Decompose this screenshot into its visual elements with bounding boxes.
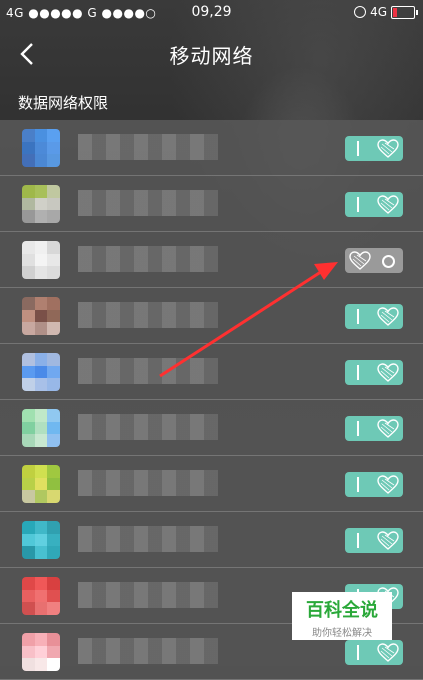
app-name <box>78 582 218 608</box>
list-item <box>0 176 423 232</box>
data-permission-toggle[interactable] <box>345 304 403 329</box>
app-icon <box>22 465 60 503</box>
network-type: 4G <box>370 5 387 19</box>
app-name <box>78 246 218 272</box>
app-icon <box>22 521 60 559</box>
app-name <box>78 526 218 552</box>
data-permission-toggle[interactable] <box>345 248 403 273</box>
app-name <box>78 358 218 384</box>
data-permission-toggle[interactable] <box>345 416 403 441</box>
toggle-thumb-icon <box>377 419 399 438</box>
app-icon <box>22 633 60 671</box>
watermark-slogan: 助你轻松解决 <box>312 628 372 639</box>
list-item <box>0 232 423 288</box>
watermark-brand: 百科全说 <box>306 600 378 621</box>
app-icon <box>22 297 60 335</box>
alarm-icon <box>354 6 367 18</box>
app-name <box>78 190 218 216</box>
toggle-thumb-icon <box>377 475 399 494</box>
toggle-thumb-icon <box>377 307 399 326</box>
status-icons: 4G <box>354 5 418 19</box>
watermark-logo: 百科全说 助你轻松解决 <box>292 592 392 640</box>
app-name <box>78 302 218 328</box>
data-permission-toggle[interactable] <box>345 136 403 161</box>
toggle-thumb-icon <box>377 363 399 382</box>
section-header: 数据网络权限 <box>18 94 109 112</box>
toggle-thumb-icon <box>377 139 399 158</box>
app-name <box>78 470 218 496</box>
app-name <box>78 414 218 440</box>
app-name <box>78 638 218 664</box>
data-permission-toggle[interactable] <box>345 472 403 497</box>
app-icon <box>22 353 60 391</box>
app-name <box>78 134 218 160</box>
toggle-thumb-icon <box>377 195 399 214</box>
status-bar: 4G ●●●●● G ●●●●○ 09,29 4G <box>0 0 423 26</box>
toggle-thumb-icon <box>377 531 399 550</box>
list-item <box>0 344 423 400</box>
toggle-thumb-icon <box>349 251 371 270</box>
data-permission-toggle[interactable] <box>345 528 403 553</box>
navigation-bar: 移动网络 <box>0 26 423 82</box>
app-icon <box>22 241 60 279</box>
data-permission-toggle[interactable] <box>345 360 403 385</box>
app-icon <box>22 577 60 615</box>
data-permission-toggle[interactable] <box>345 640 403 665</box>
list-item <box>0 288 423 344</box>
app-icon <box>22 129 60 167</box>
list-item <box>0 512 423 568</box>
data-permission-toggle[interactable] <box>345 192 403 217</box>
list-item <box>0 456 423 512</box>
list-item <box>0 400 423 456</box>
battery-icon <box>391 5 418 19</box>
toggle-thumb-icon <box>377 643 399 662</box>
list-item <box>0 120 423 176</box>
page-title: 移动网络 <box>169 44 254 68</box>
app-icon <box>22 409 60 447</box>
app-icon <box>22 185 60 223</box>
